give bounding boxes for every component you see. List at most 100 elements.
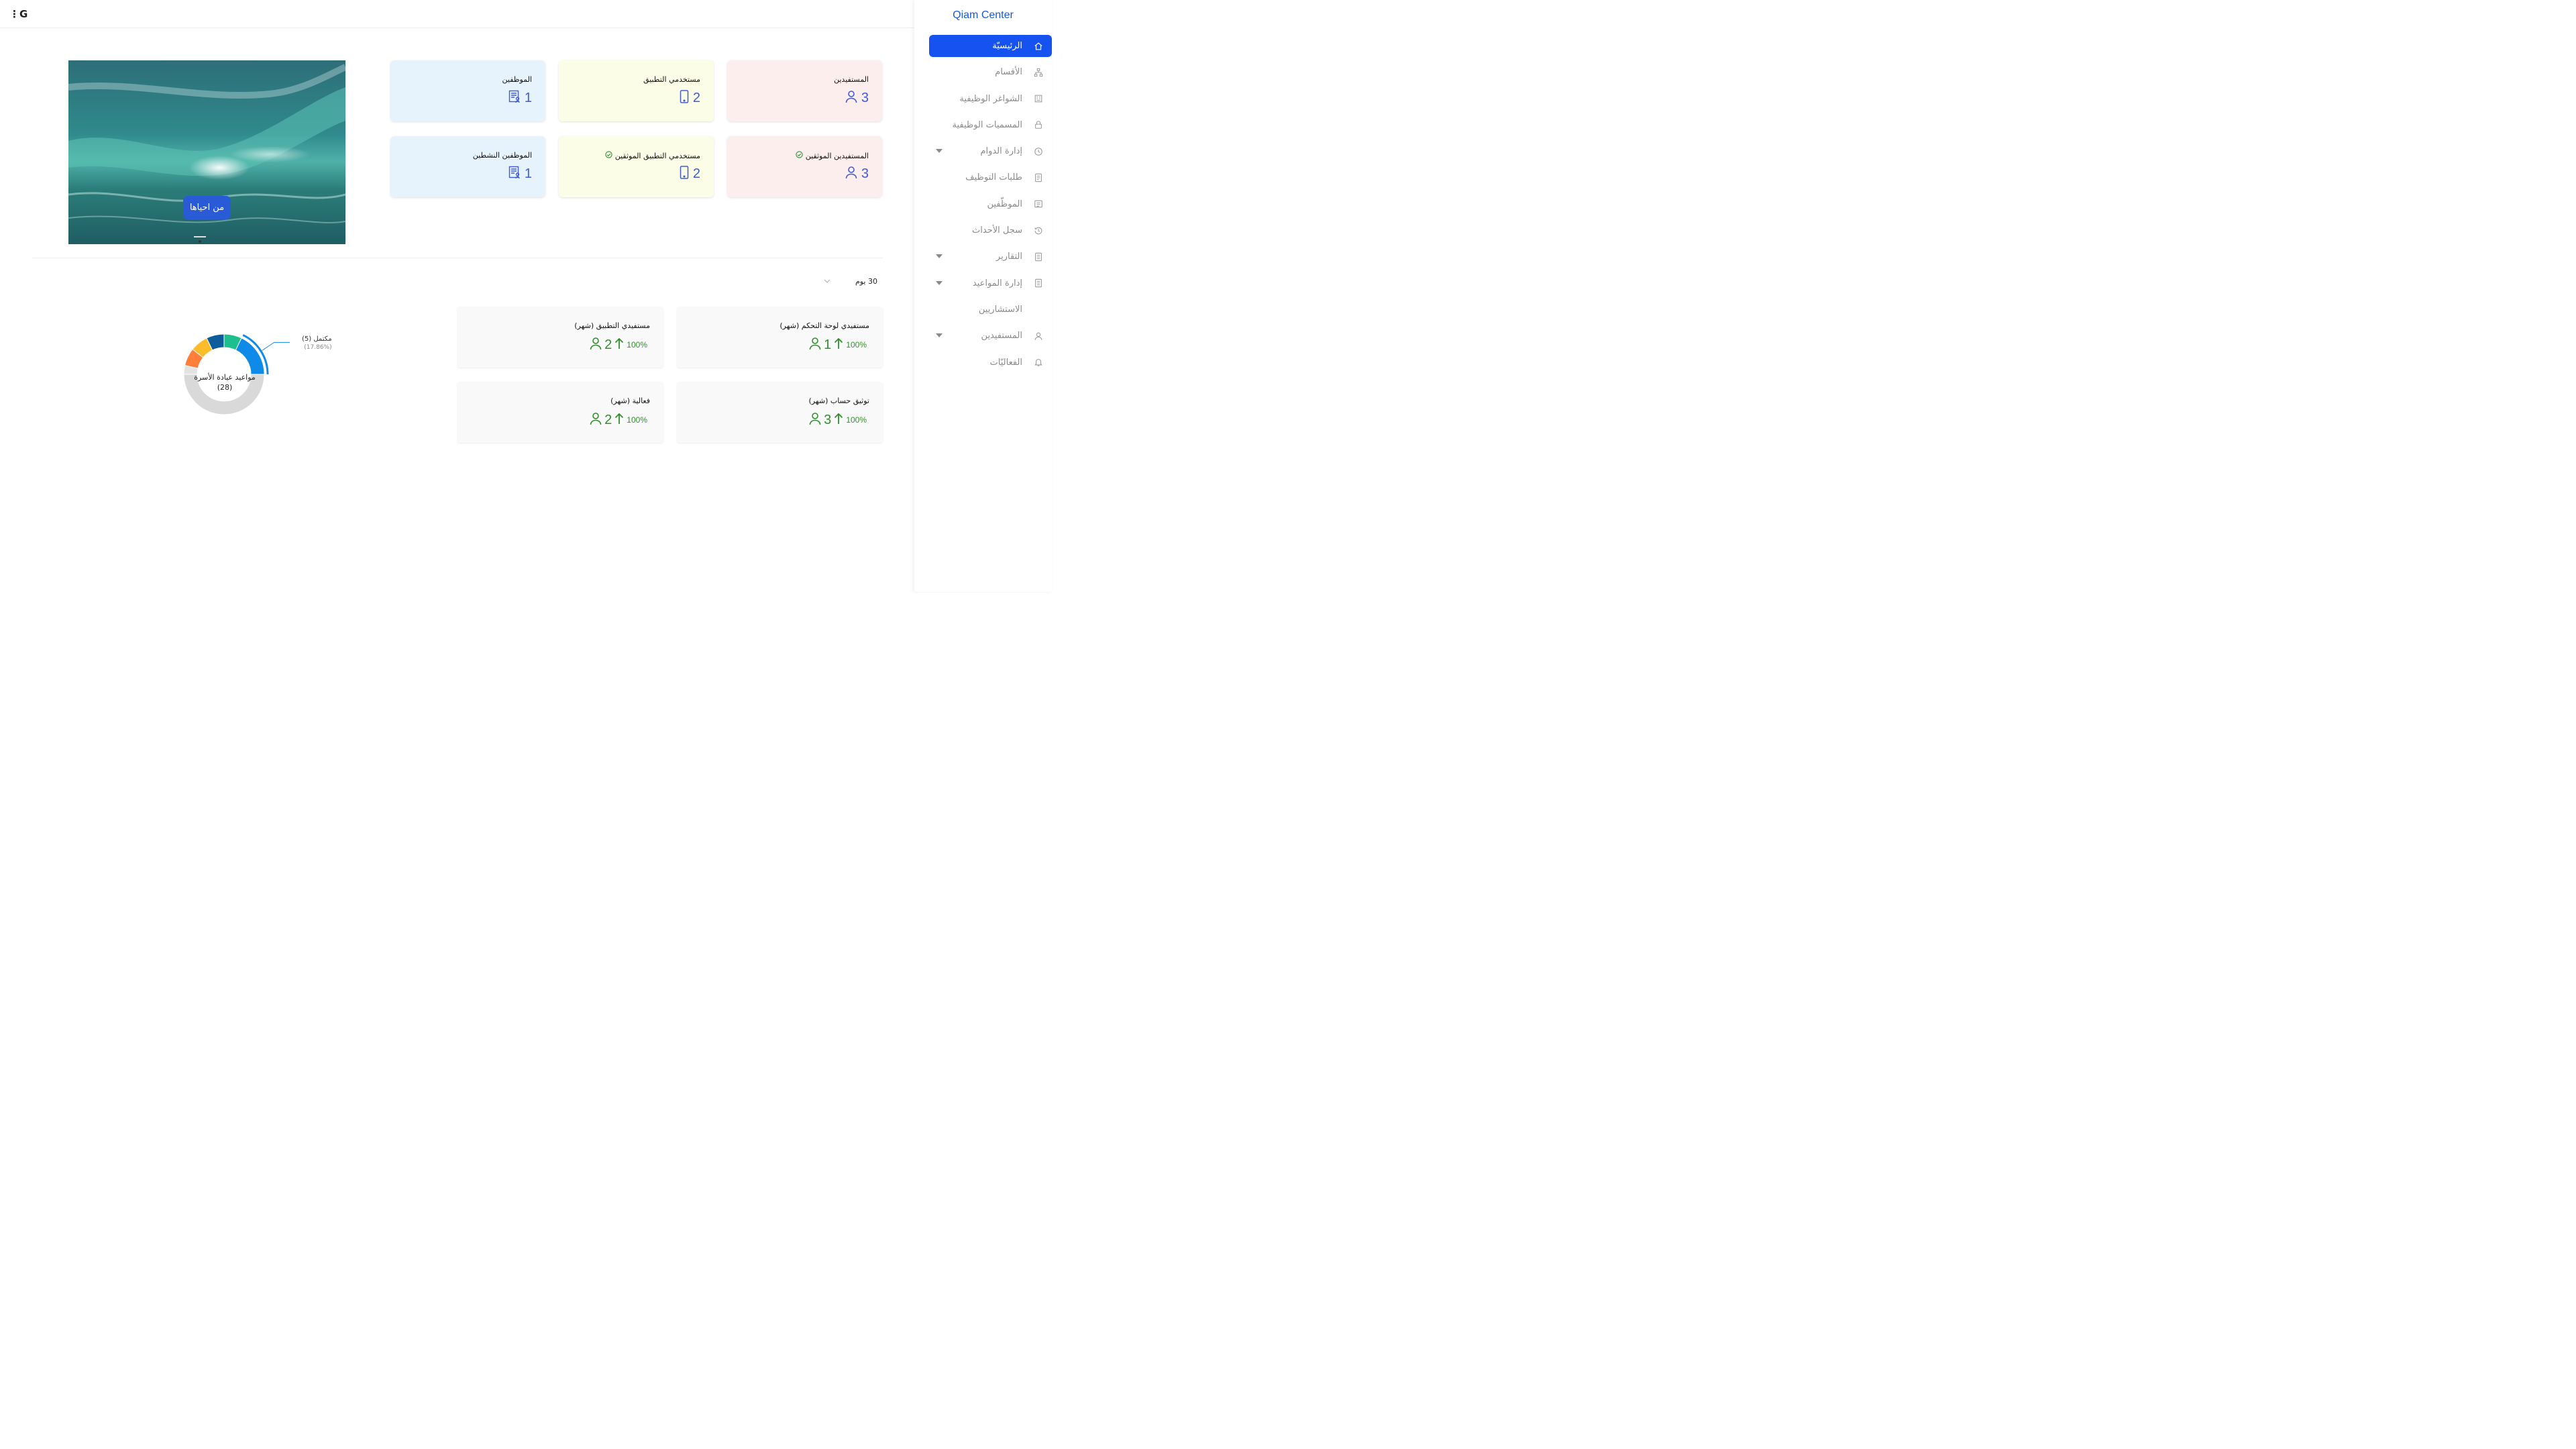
metric-label: توثيق حساب (شهر) <box>808 396 869 405</box>
stat-label: مستخدمي التطبيق الموثقين <box>614 151 700 160</box>
sidebar-item-job-titles[interactable]: المسميات الوظيفية <box>929 114 1052 136</box>
slider-dot[interactable] <box>199 240 201 243</box>
stat-value: 2 <box>692 166 700 181</box>
hero-slider[interactable]: من احياها <box>68 60 345 244</box>
chevron-down-icon[interactable] <box>936 333 943 338</box>
sidebar-item-employees[interactable]: الموظّفين <box>929 193 1052 215</box>
stat-label: الموظفين النشطين <box>472 151 532 160</box>
sidebar-nav: الرئيسيّة الأقسام الشواغر الوظيفية المسم… <box>929 35 1052 378</box>
donut-leader-line <box>262 341 290 351</box>
sidebar-item-appointments[interactable]: إدارة المواعيد <box>929 272 1052 294</box>
highlight-label: مكتمل (5) <box>302 335 332 343</box>
sidebar-item-label: إدارة المواعيد <box>972 278 1022 288</box>
bell-icon <box>1033 357 1044 368</box>
sidebar-item-label: الفعاليّات <box>989 357 1022 368</box>
employee-icon <box>508 166 521 182</box>
stat-card-app-users[interactable]: مستخدمي التطبيق 2 <box>559 60 714 121</box>
metric-card-events[interactable]: فعالية (شهر) 2 100% <box>458 382 663 443</box>
metric-change: 100% <box>846 340 867 350</box>
app-logo[interactable]: ⋮G <box>9 8 28 20</box>
clock-icon <box>1033 146 1044 157</box>
slider-indicator[interactable] <box>194 236 206 237</box>
document-icon <box>1033 172 1044 183</box>
stat-value: 1 <box>524 90 532 105</box>
sidebar-item-attendance[interactable]: إدارة الدوام <box>929 140 1052 162</box>
stat-label: المستفيدين الموثقين <box>805 151 869 160</box>
id-card-icon <box>1033 199 1044 209</box>
stat-card-beneficiaries[interactable]: المستفيدين 3 <box>727 60 882 121</box>
chevron-down-icon <box>824 277 830 286</box>
user-icon <box>845 166 857 182</box>
user-icon <box>809 337 821 353</box>
stat-card-employees[interactable]: الموظفين 1 <box>390 60 545 121</box>
sidebar-item-label: إدارة الدوام <box>980 146 1022 157</box>
user-icon <box>1033 331 1044 341</box>
sidebar-item-label: الشواغر الوظيفية <box>959 93 1022 104</box>
mobile-icon <box>680 166 689 182</box>
stat-card-verified-beneficiaries[interactable]: المستفيدين الموثقين 3 <box>727 136 882 197</box>
user-icon <box>590 412 602 428</box>
period-select-value: 30 يوم <box>855 276 877 286</box>
lock-icon <box>1033 119 1044 130</box>
metric-label: مستفيدي لوحة التحكم (شهر) <box>780 321 869 330</box>
sidebar-item-beneficiaries[interactable]: المستفيدين <box>929 325 1052 347</box>
metric-value: 2 <box>604 412 612 427</box>
sidebar-item-event-log[interactable]: سجل الأحداث <box>929 219 1052 241</box>
hero-cta-button[interactable]: من احياها <box>183 196 231 219</box>
home-icon <box>1033 41 1044 52</box>
sidebar-item-events[interactable]: الفعاليّات <box>929 352 1052 374</box>
metric-change: 100% <box>846 415 867 425</box>
sidebar-item-vacancies[interactable]: الشواغر الوظيفية <box>929 88 1052 110</box>
sidebar-item-reports[interactable]: التقارير <box>929 246 1052 268</box>
appointments-donut-chart: مواعيد عيادة الأسرة (28) مكتمل (5) (17.8… <box>168 321 356 428</box>
metric-card-account-verification[interactable]: توثيق حساب (شهر) 3 100% <box>677 382 883 443</box>
employee-icon <box>508 90 521 106</box>
metric-value: 1 <box>824 337 832 352</box>
user-icon <box>809 412 821 428</box>
donut-total: (28) <box>217 383 233 392</box>
highlight-percent: (17.86%) <box>304 344 332 351</box>
brand-title[interactable]: Qiam Center <box>914 9 1052 21</box>
stat-card-active-employees[interactable]: الموظفين النشطين 1 <box>390 136 545 197</box>
arrow-up-icon <box>834 413 843 427</box>
stat-value: 1 <box>524 166 532 181</box>
sidebar-item-label: المسميات الوظيفية <box>952 119 1022 130</box>
metric-card-dashboard-beneficiaries[interactable]: مستفيدي لوحة التحكم (شهر) 1 100% <box>677 307 883 368</box>
chevron-down-icon[interactable] <box>936 149 943 154</box>
metric-change: 100% <box>627 415 647 425</box>
metric-card-app-beneficiaries[interactable]: مستفيدي التطبيق (شهر) 2 100% <box>458 307 663 368</box>
metric-label: مستفيدي التطبيق (شهر) <box>574 321 650 330</box>
arrow-up-icon <box>834 337 843 352</box>
sidebar-item-label: الرئيسيّة <box>992 41 1022 51</box>
users-icon <box>1033 304 1044 315</box>
period-select[interactable]: 30 يوم <box>824 274 877 288</box>
metric-change: 100% <box>627 340 647 350</box>
user-icon <box>845 90 857 106</box>
sidebar-item-label: المستفيدين <box>981 331 1022 341</box>
chevron-down-icon[interactable] <box>936 254 943 259</box>
stat-value: 3 <box>861 90 869 105</box>
stat-value: 3 <box>861 166 869 181</box>
stat-label: المستفيدين <box>834 75 869 84</box>
donut-slice[interactable] <box>235 337 265 375</box>
building-icon <box>1033 93 1044 104</box>
sidebar-item-label: الاستشاريين <box>978 304 1022 315</box>
stat-value: 2 <box>692 90 700 105</box>
sidebar-item-consultants[interactable]: الاستشاريين <box>929 299 1052 321</box>
user-icon <box>590 337 602 353</box>
sidebar-item-job-requests[interactable]: طلبات التوظيف <box>929 166 1052 189</box>
sidebar-item-home[interactable]: الرئيسيّة <box>929 35 1052 57</box>
arrow-up-icon <box>614 337 624 352</box>
sidebar-item-label: الأقسام <box>995 67 1022 78</box>
stat-card-verified-app-users[interactable]: مستخدمي التطبيق الموثقين 2 <box>559 136 714 197</box>
donut-title: مواعيد عيادة الأسرة <box>194 373 256 382</box>
arrow-up-icon <box>614 413 624 427</box>
stat-label: مستخدمي التطبيق <box>643 75 700 84</box>
sidebar-item-departments[interactable]: الأقسام <box>929 61 1052 83</box>
chevron-down-icon[interactable] <box>936 280 943 285</box>
sidebar-item-label: سجل الأحداث <box>972 225 1022 236</box>
history-icon <box>1033 225 1044 236</box>
sidebar-item-label: التقارير <box>996 252 1022 262</box>
calendar-icon <box>1033 278 1044 288</box>
verified-check-icon <box>605 151 612 160</box>
